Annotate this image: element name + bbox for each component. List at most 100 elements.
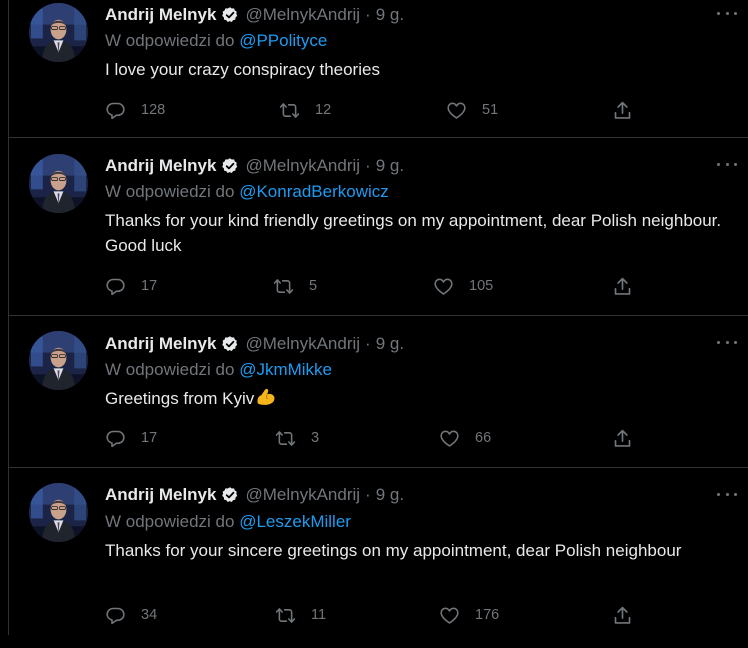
tweet-actions: 128 12 51 <box>9 98 748 122</box>
share-button[interactable] <box>612 426 648 450</box>
author-name[interactable]: Andrij Melnyk <box>105 334 216 354</box>
like-button[interactable]: 176 <box>439 603 499 627</box>
tweet-timestamp[interactable]: 9 g. <box>376 5 404 25</box>
tweet[interactable]: Andrij Melnyk @MelnykAndrij · 9 g. W odp… <box>9 468 748 648</box>
reply-prefix: W odpowiedzi do <box>105 182 235 201</box>
reply-icon <box>105 605 126 626</box>
author-handle[interactable]: @MelnykAndrij <box>245 334 360 354</box>
tweet-timestamp[interactable]: 9 g. <box>376 156 404 176</box>
like-count: 51 <box>482 102 499 118</box>
author-handle[interactable]: @MelnykAndrij <box>245 5 360 25</box>
separator-dot: · <box>365 485 371 504</box>
like-button[interactable]: 66 <box>439 426 491 450</box>
verified-badge-icon <box>221 6 239 24</box>
reply-mention-link[interactable]: @LeszekMiller <box>239 512 351 531</box>
reply-context: W odpowiedzi do @KonradBerkowicz <box>105 182 389 202</box>
share-button[interactable] <box>612 603 648 627</box>
tweet-text: Thanks for your kind friendly greetings … <box>105 211 722 255</box>
share-icon <box>612 428 633 449</box>
retweet-icon <box>273 276 294 297</box>
reply-prefix: W odpowiedzi do <box>105 512 235 531</box>
avatar[interactable] <box>29 331 88 390</box>
like-button[interactable]: 105 <box>433 274 493 298</box>
author-name[interactable]: Andrij Melnyk <box>105 485 216 505</box>
tweet[interactable]: Andrij Melnyk @MelnykAndrij · 9 g. W odp… <box>9 138 748 316</box>
verified-badge-icon <box>221 335 239 353</box>
retweet-count: 5 <box>309 278 318 294</box>
tweet-actions: 17 5 105 <box>9 274 748 298</box>
verified-badge-icon <box>221 486 239 504</box>
verified-badge-icon <box>221 157 239 175</box>
tweet-header: Andrij Melnyk @MelnykAndrij · 9 g. <box>105 333 404 355</box>
reply-icon <box>105 100 126 121</box>
reply-button[interactable]: 17 <box>105 426 157 450</box>
reply-icon <box>105 428 126 449</box>
separator-dot: · <box>365 334 371 353</box>
more-options-icon[interactable] <box>717 487 737 501</box>
tweet-timestamp[interactable]: 9 g. <box>376 485 404 505</box>
share-icon <box>612 100 633 121</box>
reply-button[interactable]: 34 <box>105 603 157 627</box>
reply-context: W odpowiedzi do @PPolityce <box>105 31 327 51</box>
more-options-icon[interactable] <box>717 157 737 171</box>
reply-count: 34 <box>141 607 158 623</box>
share-button[interactable] <box>612 98 648 122</box>
tweet-text: Thanks for your sincere greetings on my … <box>105 541 682 560</box>
tweet-text-container: Greetings from Kyiv <box>105 386 725 411</box>
tweet-header: Andrij Melnyk @MelnykAndrij · 9 g. <box>105 155 404 177</box>
retweet-count: 12 <box>315 102 332 118</box>
tweet-text: I love your crazy conspiracy theories <box>105 60 380 79</box>
author-handle[interactable]: @MelnykAndrij <box>245 156 360 176</box>
tweet[interactable]: Andrij Melnyk @MelnykAndrij · 9 g. W odp… <box>9 316 748 468</box>
author-name[interactable]: Andrij Melnyk <box>105 5 216 25</box>
avatar[interactable] <box>29 154 88 213</box>
tweet-feed: Andrij Melnyk @MelnykAndrij · 9 g. W odp… <box>8 0 748 635</box>
share-button[interactable] <box>612 274 648 298</box>
tweet-timestamp[interactable]: 9 g. <box>376 334 404 354</box>
reply-count: 17 <box>141 278 158 294</box>
reply-mention-link[interactable]: @JkmMikke <box>239 360 332 379</box>
retweet-count: 11 <box>311 607 327 623</box>
tweet[interactable]: Andrij Melnyk @MelnykAndrij · 9 g. W odp… <box>9 0 748 138</box>
tweet-actions: 34 11 176 <box>9 603 748 627</box>
retweet-icon <box>275 605 296 626</box>
share-icon <box>612 605 633 626</box>
tweet-actions: 17 3 66 <box>9 426 748 450</box>
separator-dot: · <box>365 5 371 24</box>
tweet-header: Andrij Melnyk @MelnykAndrij · 9 g. <box>105 4 404 26</box>
retweet-button[interactable]: 11 <box>275 603 326 627</box>
more-options-icon[interactable] <box>717 335 737 349</box>
reply-icon <box>105 276 126 297</box>
avatar[interactable] <box>29 483 88 542</box>
more-options-icon[interactable] <box>717 6 737 20</box>
like-count: 176 <box>475 607 500 623</box>
like-count: 66 <box>475 430 492 446</box>
reply-button[interactable]: 128 <box>105 98 165 122</box>
reply-context: W odpowiedzi do @LeszekMiller <box>105 512 351 532</box>
retweet-button[interactable]: 3 <box>275 426 319 450</box>
retweet-icon <box>279 100 300 121</box>
retweet-button[interactable]: 12 <box>279 98 331 122</box>
share-icon <box>612 276 633 297</box>
tweet-header: Andrij Melnyk @MelnykAndrij · 9 g. <box>105 484 404 506</box>
author-name[interactable]: Andrij Melnyk <box>105 156 216 176</box>
reply-prefix: W odpowiedzi do <box>105 31 235 50</box>
reply-prefix: W odpowiedzi do <box>105 360 235 379</box>
reply-context: W odpowiedzi do @JkmMikke <box>105 360 332 380</box>
retweet-icon <box>275 428 296 449</box>
like-count: 105 <box>469 278 494 294</box>
separator-dot: · <box>365 156 371 175</box>
like-button[interactable]: 51 <box>446 98 498 122</box>
heart-icon <box>446 100 467 121</box>
retweet-button[interactable]: 5 <box>273 274 317 298</box>
avatar[interactable] <box>29 3 88 62</box>
reply-mention-link[interactable]: @PPolityce <box>239 31 327 50</box>
heart-icon <box>439 605 460 626</box>
reply-button[interactable]: 17 <box>105 274 157 298</box>
heart-icon <box>439 428 460 449</box>
reply-count: 17 <box>141 430 158 446</box>
tweet-text: Greetings from Kyiv <box>105 389 255 408</box>
author-handle[interactable]: @MelnykAndrij <box>245 485 360 505</box>
reply-count: 128 <box>141 102 166 118</box>
reply-mention-link[interactable]: @KonradBerkowicz <box>239 182 389 201</box>
